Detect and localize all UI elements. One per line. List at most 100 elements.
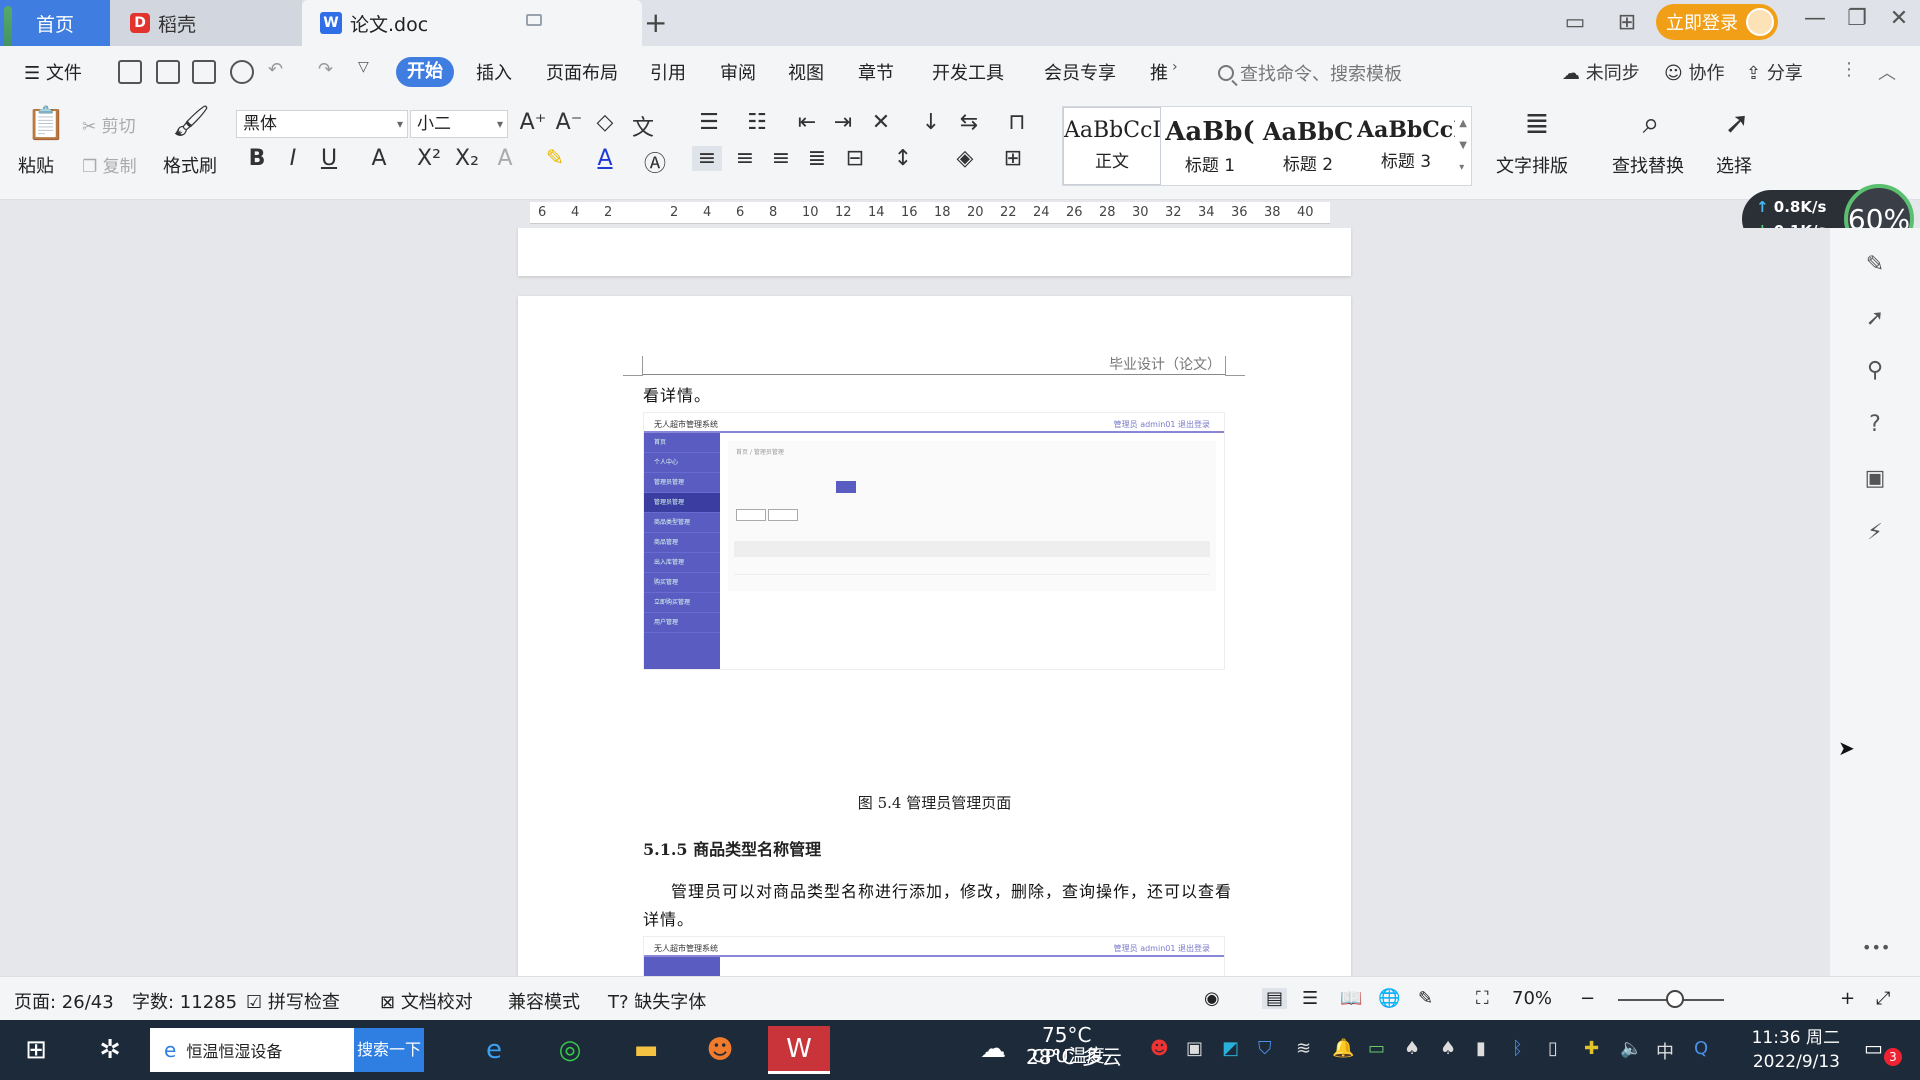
bullet-list-icon[interactable]: ☰ [694,110,724,135]
input-method[interactable]: 中 [1656,1038,1674,1064]
menu-references[interactable]: 引用 [650,59,686,85]
pinwheel-app-icon[interactable]: ✲ [86,1026,134,1074]
print-icon[interactable] [192,60,216,84]
apps-grid-icon[interactable]: ⊞ [1612,10,1642,35]
italic-icon[interactable]: I [278,146,308,171]
align-left-icon[interactable]: ≡ [692,146,722,171]
help-icon[interactable]: ? [1862,412,1888,438]
search-assistant-icon[interactable]: Q [1694,1038,1708,1059]
battery-icon[interactable]: ▮ [1476,1038,1486,1059]
write-view-icon[interactable]: ✎ [1418,988,1433,1009]
tray-app-icon[interactable]: ✚ [1584,1038,1599,1059]
taskbar-search[interactable]: e 恒温恒湿设备 搜索一下 [150,1028,424,1072]
gpu-icon[interactable]: ▭ [1368,1038,1385,1059]
menu-review[interactable]: 审阅 [720,59,756,85]
menu-more-chevron-icon[interactable]: › [1172,59,1178,75]
font-color-icon[interactable]: A [590,146,620,171]
qq-icon[interactable]: ♠ [1404,1038,1420,1059]
new-tab-button[interactable]: + [644,6,667,39]
subscript-icon[interactable]: X₂ [452,146,482,171]
cut-button[interactable]: ✂ 剪切 [82,112,136,137]
text-effect-icon[interactable]: A [490,146,520,171]
style-heading-2[interactable]: AaBbC 标题 2 [1259,107,1357,185]
sort-icon[interactable]: ↓ [916,110,946,135]
layout-icon[interactable]: ▭ [1560,10,1590,35]
line-spacing-icon[interactable]: ↕ [888,146,918,171]
save-icon[interactable] [118,60,142,84]
notification-icon[interactable]: ▭ [1864,1036,1883,1060]
word-count[interactable]: 字数: 11285 [132,988,237,1014]
page-counter[interactable]: 页面: 26/43 [14,988,114,1014]
justify-icon[interactable]: ≣ [802,146,832,171]
tray-app-icon[interactable]: ▣ [1186,1038,1203,1059]
tab-document[interactable]: W 论文.doc [302,0,642,46]
highlight-icon[interactable]: ✎ [540,146,570,171]
numbered-list-icon[interactable]: ☷ [742,110,772,135]
customize-chevron-icon[interactable]: ▽ [358,59,369,75]
cursor-icon[interactable]: ➚ [1722,106,1752,141]
bell-icon[interactable]: 🔔 [1332,1038,1354,1059]
print-preview-icon[interactable] [230,60,254,84]
game-app-icon[interactable]: ☻ [696,1026,744,1074]
style-normal[interactable]: AaBbCcI 正文 [1063,107,1161,185]
settings-sliders-icon[interactable]: ⚲ [1862,358,1888,384]
redo-icon[interactable]: ↷ [318,59,333,80]
edit-pen-icon[interactable]: ✎ [1862,252,1888,278]
document-area[interactable]: 毕业设计（论文） 看详情。 无人超市管理系统 管理员 admin01 退出登录 … [0,228,1830,976]
find-replace-button[interactable]: 查找替换 [1612,152,1684,178]
distributed-icon[interactable]: ⊟ [840,146,870,171]
shrink-font-icon[interactable]: A⁻ [554,110,584,135]
image-tool-icon[interactable]: ▣ [1862,466,1888,492]
phonetic-icon[interactable]: 文 [628,110,658,142]
menu-insert[interactable]: 插入 [476,59,512,85]
windows-start-icon[interactable]: ⊞ [12,1026,60,1074]
shield-icon[interactable]: ⛉ [1258,1038,1272,1059]
more-dots-icon[interactable]: ••• [1862,938,1890,964]
menu-chapter[interactable]: 章节 [858,59,894,85]
bluetooth-icon[interactable]: ᛒ [1512,1038,1523,1059]
browser-360-icon[interactable]: ◎ [546,1026,594,1074]
show-marks-icon[interactable]: ⇆ [954,110,984,135]
weather-widget[interactable]: 75°C 28°C 多云 CPU温度 [1026,1024,1122,1068]
usb-icon[interactable]: ▯ [1548,1038,1558,1059]
lightning-icon[interactable]: ⚡ [1862,520,1888,546]
volume-icon[interactable]: 🔈 [1620,1038,1642,1059]
wifi-icon[interactable]: ≋ [1296,1038,1311,1059]
restore-icon[interactable]: ❐ [1842,6,1872,36]
collab-button[interactable]: ☺ 协作 [1664,59,1725,85]
style-heading-1[interactable]: AaBb( 标题 1 [1161,107,1259,185]
fit-page-icon[interactable]: ⛶ [1476,988,1489,1009]
menu-page-layout[interactable]: 页面布局 [546,59,618,85]
menu-view[interactable]: 视图 [788,59,824,85]
underline-icon[interactable]: U [314,146,344,171]
borders-icon[interactable]: ⊞ [998,146,1028,171]
align-center-icon[interactable]: ≡ [730,146,760,171]
zoom-in-icon[interactable]: + [1840,988,1855,1009]
collapse-ribbon-icon[interactable]: ︿ [1878,59,1896,85]
char-border-icon[interactable]: Ⓐ [640,146,670,178]
document-page[interactable]: 毕业设计（论文） 看详情。 无人超市管理系统 管理员 admin01 退出登录 … [518,296,1351,976]
style-heading-3[interactable]: AaBbCcI 标题 3 [1357,107,1455,185]
chinese-layout-icon[interactable]: ✕ [866,110,896,135]
ruler-strip[interactable]: 6 4 2 2 4 6 8 10 12 14 16 18 20 22 24 26 28 30 32 34 36 38 40 [530,202,1330,224]
zoom-slider-handle[interactable] [1666,990,1685,1008]
close-icon[interactable]: ✕ [1884,6,1914,36]
doc-check-button[interactable]: ⊠ 文档校对 [380,988,473,1014]
menu-start[interactable]: 开始 [396,57,454,87]
compat-mode[interactable]: 兼容模式 [508,988,580,1014]
clock[interactable]: 11:36 周二 2022/9/13 [1740,1026,1840,1074]
tray-app-icon[interactable]: ◩ [1222,1038,1239,1059]
web-view-icon[interactable]: 🌐 [1378,988,1400,1009]
font-name-select[interactable]: 黑体 [236,110,408,138]
format-painter-icon[interactable]: 🖌 [172,104,210,139]
eye-protect-icon[interactable]: ◉ [1204,988,1220,1009]
paste-button[interactable]: 粘贴 [18,152,54,178]
grow-font-icon[interactable]: A⁺ [518,110,548,135]
bold-icon[interactable]: B [242,146,272,171]
spell-check-button[interactable]: ☑ 拼写检查 [246,988,340,1014]
wps-taskbar-icon[interactable]: W [768,1026,830,1074]
fullscreen-icon[interactable]: ⤢ [1876,988,1890,1009]
strikethrough-icon[interactable]: A [364,146,394,171]
decrease-indent-icon[interactable]: ⇤ [792,110,822,135]
share-button[interactable]: ⇪ 分享 [1746,59,1803,85]
